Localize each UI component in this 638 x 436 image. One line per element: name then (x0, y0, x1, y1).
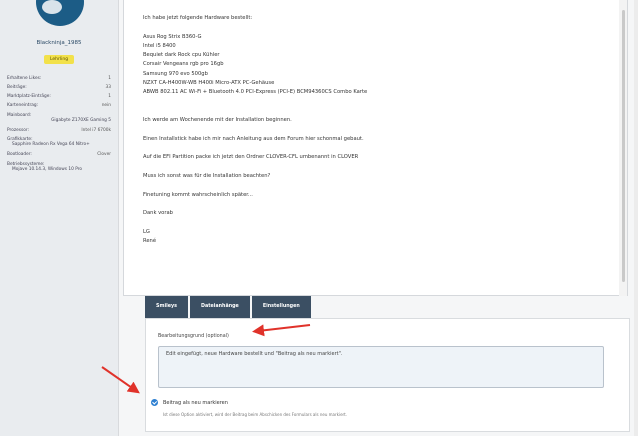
stat-label: Erhaltene Likes: (7, 76, 42, 81)
editor-blank-line (143, 163, 613, 172)
stat-label: Prozessor: (7, 127, 29, 133)
user-sidebar: Blackninja_1985 Lehrling Erhaltene Likes… (0, 0, 118, 436)
message-body[interactable]: Ich habe jetzt folgende Hardware bestell… (143, 14, 613, 246)
stat-value: Sapphire Radeon Rx Vega 64 Nitro+ (12, 142, 90, 148)
editor-scrollbar[interactable] (619, 0, 627, 296)
editor-line: Ich habe jetzt folgende Hardware bestell… (143, 15, 253, 21)
stat-value: nein (101, 103, 111, 109)
username-link[interactable]: Blackninja_1985 (0, 40, 118, 46)
stat-map-entry: Karteneintrag: nein (7, 103, 111, 108)
editor-blank-line (143, 181, 613, 190)
editor-tabs: Smileys Dateianhänge Einstellungen (145, 296, 313, 318)
editor-line: Intel i5 8400 (143, 42, 176, 49)
stat-processor: Prozessor: Intel i7 6700k (7, 128, 111, 133)
mark-as-new-checkbox[interactable] (151, 399, 158, 406)
stat-value: Intel i7 6700k (81, 127, 111, 133)
editor-line: Dank vorab (143, 210, 173, 217)
stat-marketplace: Marktplatz-Einträge: 1 (7, 94, 111, 99)
editor-line: Muss ich sonst was für die Installation … (143, 173, 271, 180)
stat-posts: Beiträge: 33 (7, 85, 111, 90)
stat-value: Clover (97, 152, 111, 158)
tab-attachments[interactable]: Dateianhänge (189, 296, 250, 318)
edit-panel: Ich habe jetzt folgende Hardware bestell… (118, 0, 634, 436)
stat-value: Mojave 10.14.3, Windows 10 Pro (12, 166, 83, 172)
stat-value: 1 (108, 94, 111, 100)
stat-bootloader: Bootloader: Clover (7, 152, 111, 157)
settings-form: Bearbeitungsgrund (optional) Edit eingef… (145, 318, 630, 432)
stat-label: Marktplatz-Einträge: (7, 94, 51, 100)
editor-blank-line (143, 219, 613, 228)
mark-as-new-option[interactable]: Beitrag als neu markieren (151, 399, 228, 406)
editor-blank-line (143, 98, 613, 107)
stat-value: 1 (108, 76, 111, 81)
editor-line: Ich werde am Wochenende mit der Installa… (143, 117, 292, 124)
editor-blank-line (143, 126, 613, 135)
editor-line: NZXT CA-H400W-WB H400i Micro-ATX PC-Gehä… (143, 80, 275, 87)
stat-label: Karteneintrag: (7, 103, 39, 109)
mark-as-new-label[interactable]: Beitrag als neu markieren (163, 400, 228, 406)
edit-reason-input[interactable]: Edit eingefügt, neue Hardware bestellt u… (158, 346, 604, 388)
message-editor[interactable]: Ich habe jetzt folgende Hardware bestell… (123, 0, 628, 296)
editor-blank-line (143, 107, 613, 116)
editor-line: Bequiet dark Rock cpu Kühler (143, 52, 220, 59)
editor-line: René (143, 238, 157, 245)
editor-line: Einen Installstick habe ich mir nach Anl… (143, 135, 364, 142)
stat-label: Bootloader: (7, 152, 32, 158)
stat-likes: Erhaltene Likes: 1 (7, 76, 111, 81)
tab-smileys[interactable]: Smileys (145, 296, 188, 318)
stat-mainboard: Mainboard: Gigabyte Z170XE Gaming 5 (7, 113, 111, 123)
stat-value: Gigabyte Z170XE Gaming 5 (51, 117, 111, 123)
editor-line: LG (143, 228, 150, 235)
editor-line: Samsung 970 evo 500gb (143, 70, 208, 77)
editor-blank-line (143, 23, 613, 32)
editor-blank-line (143, 144, 613, 153)
scrollbar-thumb[interactable] (622, 10, 625, 282)
avatar[interactable] (36, 0, 84, 26)
rank-badge: Lehrling (44, 55, 74, 64)
editor-line: Asus Rog Strix B360-G (143, 33, 202, 40)
tab-settings[interactable]: Einstellungen (251, 296, 311, 318)
editor-line: Finetuning kommt wahrscheinlich später..… (143, 191, 253, 198)
editor-blank-line (143, 200, 613, 209)
stat-os: Betriebssysteme: Mojave 10.14.3, Windows … (7, 162, 111, 172)
avatar-image (42, 0, 62, 14)
stat-value: 33 (105, 85, 111, 91)
editor-line: Corsair Vengeans rgb pro 16gb (143, 61, 224, 68)
editor-line: ABWB 802.11 AC Wi-Fi + Bluetooth 4.0 PCI… (143, 89, 368, 96)
stat-label: Beiträge: (7, 85, 27, 91)
editor-line: Auf die EFI Partition packe ich jetzt de… (143, 154, 359, 161)
stat-graphics: Grafikkarte: Sapphire Radeon Rx Vega 64 N… (7, 137, 111, 147)
edit-reason-label: Bearbeitungsgrund (optional) (158, 334, 229, 339)
mark-as-new-hint: Ist diese Option aktiviert, wird der Bei… (163, 412, 348, 417)
user-stats: Erhaltene Likes: 1 Beiträge: 33 Marktplatz… (7, 76, 111, 177)
